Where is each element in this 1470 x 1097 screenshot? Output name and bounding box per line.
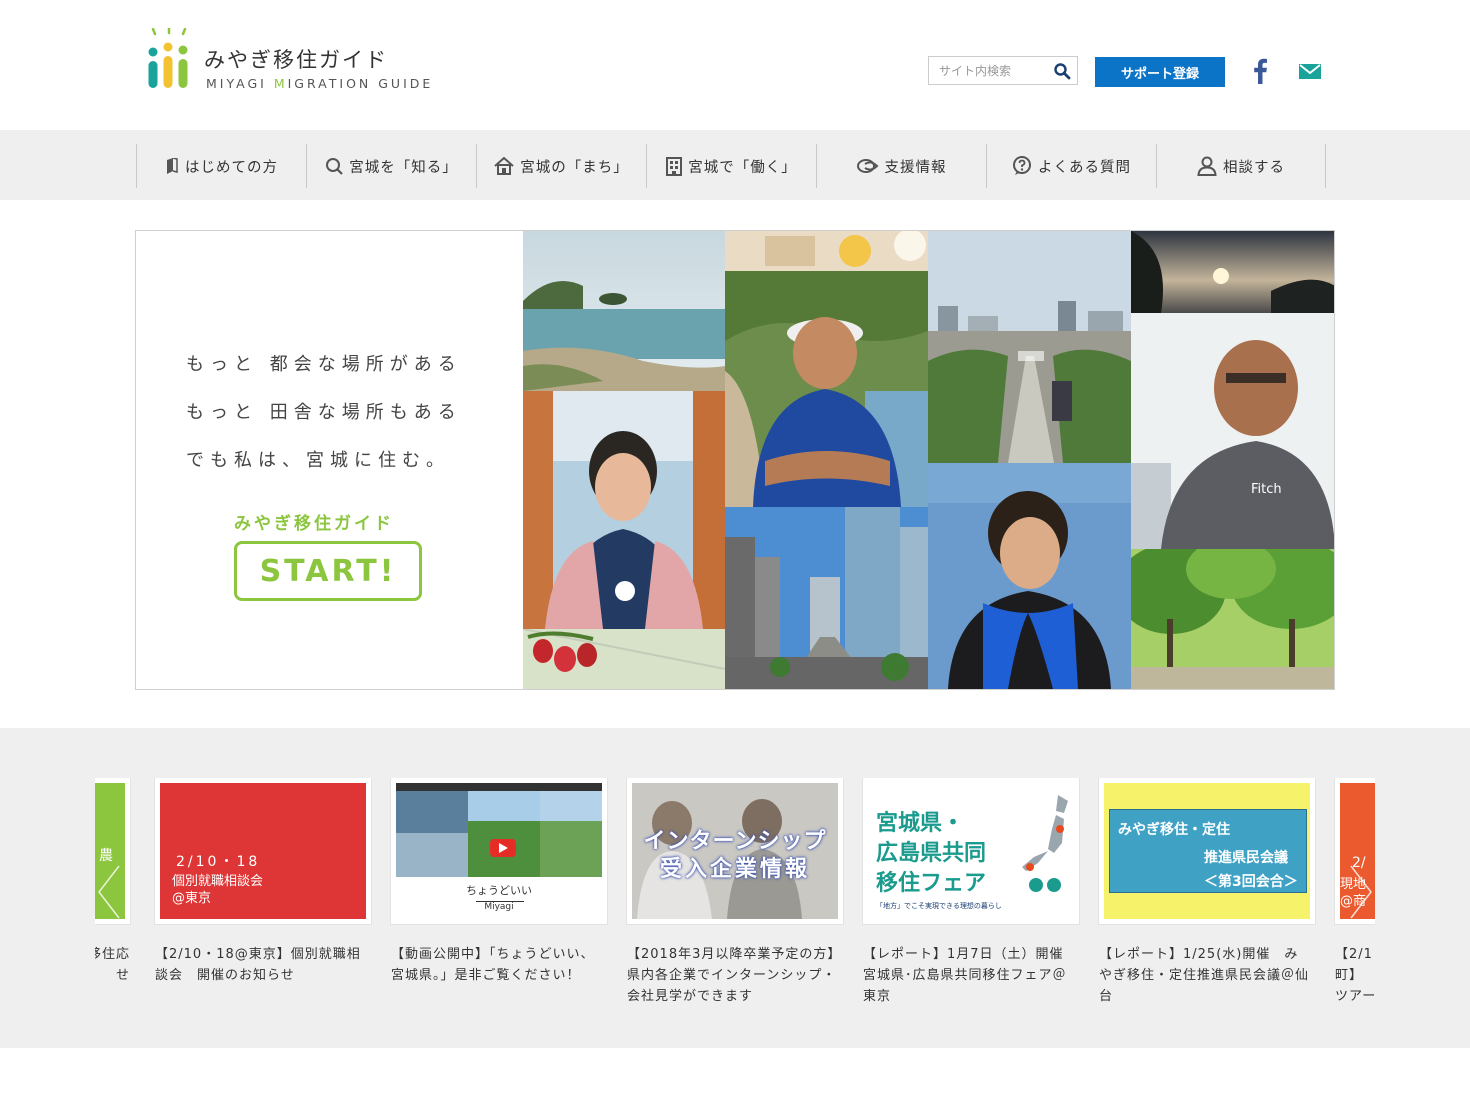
nav-item-beginners[interactable]: はじめての方	[136, 144, 306, 188]
nav-label: 相談する	[1223, 159, 1285, 176]
carousel-prev-arrow-icon[interactable]	[97, 864, 121, 920]
support-icon	[856, 159, 878, 173]
hero-line-2: もっと 田舎な場所もある	[186, 402, 462, 423]
nav-label: よくある質問	[1038, 159, 1131, 176]
photo-sea-coast	[523, 231, 725, 391]
hero-line-1: もっと 都会な場所がある	[186, 354, 462, 375]
thumb-place: @東京	[172, 891, 212, 906]
nav-item-consult[interactable]: 相談する	[1156, 144, 1326, 188]
photo-strawberries	[523, 629, 725, 689]
house-icon	[494, 157, 514, 175]
thumb-sub: 広島県共同	[876, 841, 987, 866]
facebook-icon[interactable]	[1252, 58, 1268, 84]
photo-tree-avenue	[1131, 549, 1334, 689]
support-register-button[interactable]: サポート登録	[1095, 57, 1225, 87]
book-icon	[167, 158, 178, 174]
search-input[interactable]	[929, 57, 1049, 84]
nav-item-town[interactable]: 宮城の「まち」	[476, 144, 646, 188]
hero-banner: もっと 都会な場所がある もっと 田舎な場所もある でも私は、宮城に住む。 みや…	[135, 230, 1335, 690]
global-nav: はじめての方 宮城を「知る」 宮城の「まち」 宮城で「働く」 支援情報 よくある…	[0, 130, 1470, 200]
thumb-sub: 推進県民会議	[1204, 850, 1288, 866]
news-thumb: ちょうどいい Miyagi	[391, 778, 607, 924]
mail-icon[interactable]	[1299, 64, 1321, 79]
photo-railway	[928, 231, 1131, 463]
thumb-sub2: 移住フェア	[876, 871, 987, 896]
person-icon	[1197, 156, 1217, 176]
logo-subtitle: MIYAGI MIGRATION GUIDE	[206, 76, 434, 91]
nav-label: はじめての方	[185, 159, 278, 176]
video-thumbnail	[396, 783, 602, 919]
thumb-note: 「地方」でこそ実現できる理想の暮らし	[876, 902, 1002, 910]
news-caption: 【2018年3月以降卒業予定の方】県内各企業でインターンシップ・会社見学ができま…	[627, 947, 837, 1004]
photo-food	[725, 231, 928, 271]
site-logo[interactable]: みやぎ移住ガイド MIYAGI MIGRATION GUIDE	[146, 28, 456, 92]
japan-map-icon	[1022, 795, 1068, 892]
thumb-date: 2/10・18	[176, 854, 261, 870]
news-caption: 移住応 せ	[95, 947, 130, 983]
photo-woman-smiling	[523, 391, 725, 629]
carousel-next-arrow-icon[interactable]	[1349, 864, 1373, 920]
nav-label: 宮城の「まち」	[520, 159, 629, 176]
nav-item-work[interactable]: 宮城で「働く」	[646, 144, 816, 188]
hero-line-3: でも私は、宮城に住む。	[186, 450, 450, 471]
thumb-sub: Miyagi	[484, 902, 514, 912]
photo-man-with-cap	[725, 271, 928, 507]
news-thumb: 2/10・18 個別就職相談会 @東京	[155, 778, 371, 924]
news-carousel: 農 移住応 せ 2/10・18 個別就職相談会 @東京 【2/10・18@東京】…	[0, 728, 1470, 1048]
nav-item-support[interactable]: 支援情報	[816, 144, 986, 188]
hero-photo-grid: Fitch	[523, 231, 1334, 689]
site-header: みやぎ移住ガイド MIYAGI MIGRATION GUIDE サポート登録	[0, 0, 1470, 130]
search-icon[interactable]	[1053, 62, 1071, 80]
photo-sunset	[1131, 231, 1334, 313]
photo-woman-blue-scarf	[928, 463, 1131, 689]
thumb-sub: 受入企業情報	[659, 857, 810, 882]
news-thumb: みやぎ移住・定住 推進県民会議 ＜第3回会合＞	[1099, 778, 1315, 924]
photo-city-street	[725, 507, 928, 689]
hero-brand-label: みやぎ移住ガイド	[234, 514, 394, 534]
thumb-text: ちょうどいい	[466, 884, 532, 897]
nav-label: 宮城を「知る」	[349, 159, 458, 176]
search-icon	[326, 158, 344, 175]
hero-copy: もっと 都会な場所がある もっと 田舎な場所もある でも私は、宮城に住む。	[186, 341, 486, 485]
news-caption: 【レポート】1月7日（土）開催 宮城県･広島県共同移住フェア＠東京	[863, 947, 1078, 1004]
news-thumb: 宮城県・ 広島県共同 移住フェア 「地方」でこそ実現できる理想の暮らし	[863, 778, 1079, 924]
start-button[interactable]: START!	[234, 541, 422, 601]
thumb-text: みやぎ移住・定住	[1118, 822, 1230, 838]
nav-label: 宮城で「働く」	[688, 159, 797, 176]
question-icon	[1013, 156, 1031, 175]
nav-label: 支援情報	[884, 159, 947, 176]
news-thumb: インターンシップ 受入企業情報	[627, 778, 843, 924]
thumb-text: 農	[99, 848, 113, 864]
logo-mark-icon	[148, 28, 188, 88]
news-viewport: 農 移住応 せ 2/10・18 個別就職相談会 @東京 【2/10・18@東京】…	[95, 778, 1375, 1018]
news-caption: 【レポート】1/25(水)開催 みやぎ移住・定住推進県民会議＠仙台	[1099, 947, 1310, 1004]
svg-text:Fitch: Fitch	[1251, 482, 1282, 497]
news-caption: 【動画公開中】「ちょうどいい、宮城県。」是非ご覧ください！	[391, 947, 595, 983]
nav-item-faq[interactable]: よくある質問	[986, 144, 1156, 188]
news-caption: 【2/10・18@東京】個別就職相談会 開催のお知らせ	[155, 947, 361, 983]
thumb-text: 宮城県・	[876, 811, 965, 836]
thumb-sub2: ＜第3回会合＞	[1204, 874, 1298, 890]
photo-man-glasses: Fitch	[1131, 313, 1334, 549]
building-icon	[666, 156, 683, 176]
nav-item-know[interactable]: 宮城を「知る」	[306, 144, 476, 188]
site-search	[928, 56, 1078, 85]
news-caption: 【2/1 町】 ツアー	[1335, 947, 1375, 1004]
logo-title: みやぎ移住ガイド	[204, 48, 388, 72]
